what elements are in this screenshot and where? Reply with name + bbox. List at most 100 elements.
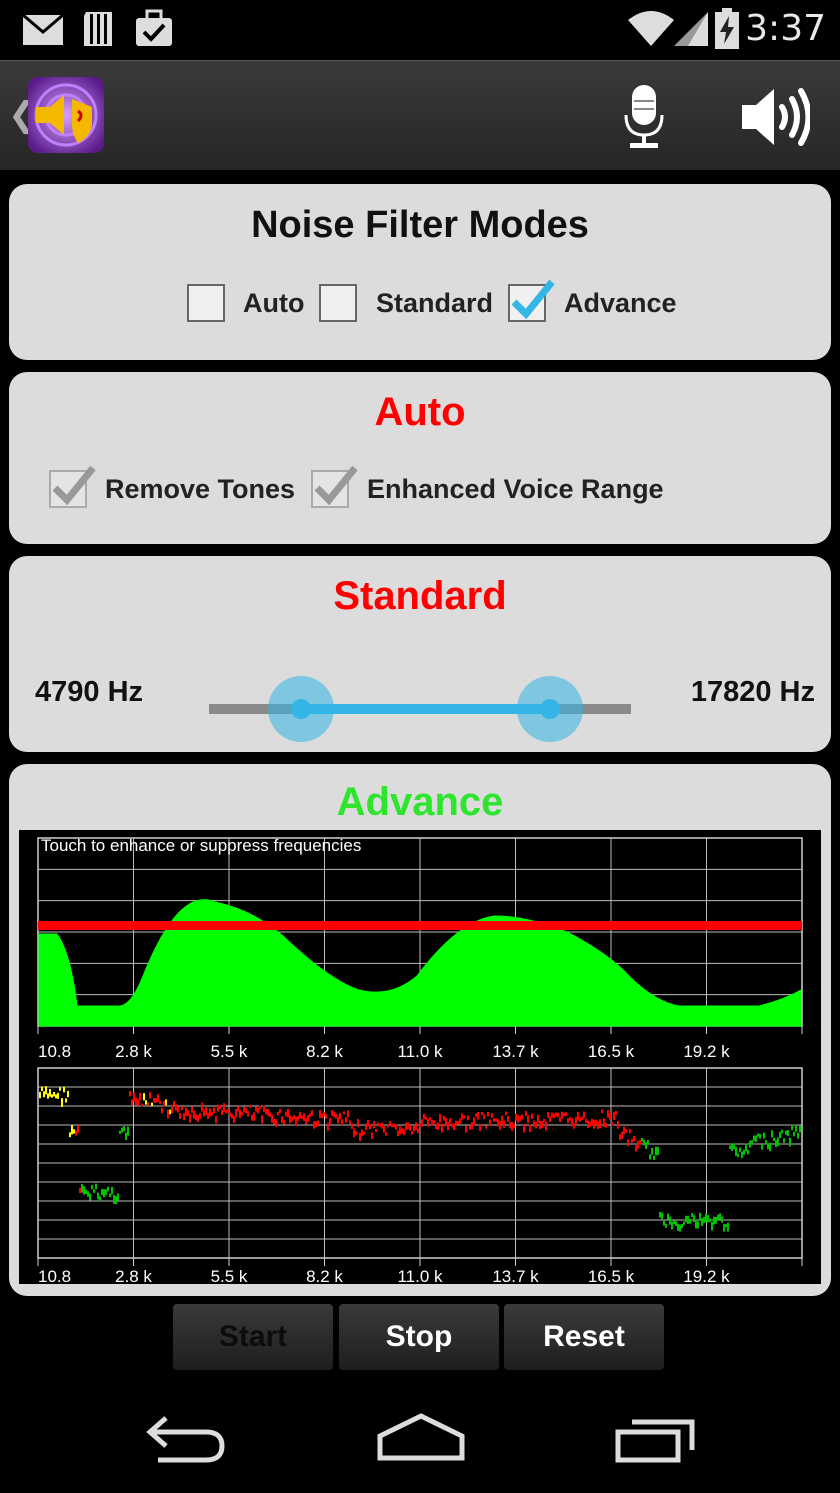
spectrum-sample xyxy=(607,1110,609,1118)
spectrum-sample xyxy=(141,1103,143,1107)
spectrum-sample xyxy=(585,1118,587,1124)
spectrum-sample xyxy=(83,1186,85,1195)
spectrum-sample xyxy=(59,1087,61,1091)
spectrum-sample xyxy=(695,1220,697,1229)
slider-high-thumb[interactable] xyxy=(517,676,584,742)
spectrum-sample xyxy=(353,1128,355,1138)
spectrum-sample xyxy=(463,1115,465,1119)
spectrum-sample xyxy=(153,1097,155,1103)
threshold-line[interactable] xyxy=(38,921,802,930)
start-button[interactable]: Start xyxy=(172,1303,334,1371)
spectrum-sample xyxy=(623,1126,625,1135)
spectrum-sample xyxy=(609,1113,611,1121)
reset-button[interactable]: Reset xyxy=(503,1303,665,1371)
standard-mode-checkbox[interactable] xyxy=(319,284,357,322)
high-frequency-label: 17820 Hz xyxy=(690,676,815,708)
home-icon[interactable] xyxy=(376,1410,466,1466)
spectrum-sample xyxy=(469,1125,471,1130)
spectrum-sample xyxy=(719,1213,721,1220)
spectrum-sample xyxy=(193,1110,195,1119)
x-tick-label: 8.2 k xyxy=(306,1042,343,1061)
spectrum-sample xyxy=(411,1131,413,1135)
advance-mode-label[interactable]: Advance xyxy=(564,288,677,319)
standard-panel: Standard 4790 Hz 17820 Hz xyxy=(9,556,831,752)
spectrum-sample xyxy=(403,1129,405,1136)
x-tick-label: 16.5 k xyxy=(588,1267,635,1284)
spectrum-sample xyxy=(459,1118,461,1124)
advance-mode-checkbox[interactable] xyxy=(508,279,555,322)
spectrum-sample xyxy=(267,1108,269,1117)
spectrum-sample xyxy=(439,1113,441,1123)
action-bar: ❮ xyxy=(0,60,840,170)
spectrum-sample xyxy=(219,1104,221,1110)
spectrum-sample xyxy=(465,1125,467,1133)
spectrum-sample xyxy=(179,1112,181,1120)
spectrum-sample xyxy=(391,1123,393,1128)
spectrum-sample xyxy=(113,1195,115,1204)
spectrum-sample xyxy=(535,1122,537,1129)
spectrum-sample xyxy=(751,1140,753,1145)
spectrum-sample xyxy=(151,1102,153,1107)
spectrum-sample xyxy=(363,1131,365,1135)
spectrum-sample xyxy=(703,1216,705,1224)
spectrum-sample xyxy=(483,1114,485,1120)
spectrum-sample xyxy=(779,1131,781,1139)
spectrum-sample xyxy=(185,1107,187,1116)
spectrum-sample xyxy=(355,1131,357,1136)
spectrum-sample xyxy=(741,1151,743,1158)
spectrum-sample xyxy=(125,1132,127,1141)
spectrum-sample xyxy=(485,1125,487,1129)
spectrum-sample xyxy=(513,1123,515,1129)
spectrum-sample xyxy=(461,1113,463,1120)
spectrum-sample xyxy=(753,1135,755,1141)
spectrum-sample xyxy=(587,1120,589,1128)
auto-mode-label[interactable]: Auto xyxy=(243,288,304,319)
spectrum-sample xyxy=(549,1116,551,1122)
spectrum-sample xyxy=(715,1216,717,1224)
spectrum-sample xyxy=(275,1119,277,1128)
frequency-graph-area[interactable]: 10.8 2.8 k 5.5 k 8.2 k 11.0 k 13.7 k 16.5 k 19.… xyxy=(19,830,821,1286)
spectrum-sample xyxy=(53,1091,55,1097)
spectrum-sample xyxy=(493,1118,495,1122)
spectrum-sample xyxy=(663,1219,665,1226)
spectrum-sample xyxy=(315,1121,317,1128)
spectrum-sample xyxy=(321,1113,323,1119)
spectrum-sample xyxy=(279,1109,281,1113)
standard-mode-label[interactable]: Standard xyxy=(376,288,493,319)
spectrum-sample xyxy=(443,1115,445,1121)
spectrum-sample xyxy=(631,1138,633,1143)
slider-low-thumb[interactable] xyxy=(267,676,334,742)
spectrum-sample xyxy=(273,1119,275,1125)
back-icon[interactable] xyxy=(144,1410,228,1466)
spectrum-sample xyxy=(137,1099,139,1106)
spectrum-sample xyxy=(599,1119,601,1129)
spectrum-sample xyxy=(77,1125,79,1133)
spectrum-sample xyxy=(377,1122,379,1127)
auto-mode-checkbox[interactable] xyxy=(187,284,225,322)
microphone-icon[interactable] xyxy=(616,81,672,151)
spectrum-sample xyxy=(373,1121,375,1129)
recent-apps-icon[interactable] xyxy=(612,1410,698,1466)
spectrum-sample xyxy=(135,1097,137,1106)
spectrum-sample xyxy=(591,1118,593,1126)
spectrum-sample xyxy=(269,1112,271,1117)
spectrum-sample xyxy=(533,1120,535,1127)
spectrum-sample xyxy=(409,1125,411,1131)
speaker-icon[interactable] xyxy=(738,85,810,149)
spectrum-sample xyxy=(191,1106,193,1113)
spectrum-sample xyxy=(673,1220,675,1225)
app-logo-icon[interactable] xyxy=(28,77,104,153)
spectrum-sample xyxy=(491,1113,493,1118)
spectrum-sample xyxy=(657,1146,659,1155)
spectrum-sample xyxy=(681,1224,683,1229)
spectrum-sample xyxy=(399,1126,401,1135)
spectrum-sample xyxy=(503,1120,505,1128)
spectrum-sample xyxy=(129,1091,131,1097)
spectrum-sample xyxy=(327,1122,329,1131)
spectrum-sample xyxy=(357,1119,359,1128)
stop-button[interactable]: Stop xyxy=(338,1303,500,1371)
spectrum-sample xyxy=(471,1122,473,1129)
spectrum-sample xyxy=(215,1116,217,1124)
frequency-graphs[interactable]: 10.8 2.8 k 5.5 k 8.2 k 11.0 k 13.7 k 16.5 k 19.… xyxy=(19,830,821,1286)
spectrum-sample xyxy=(457,1121,459,1125)
